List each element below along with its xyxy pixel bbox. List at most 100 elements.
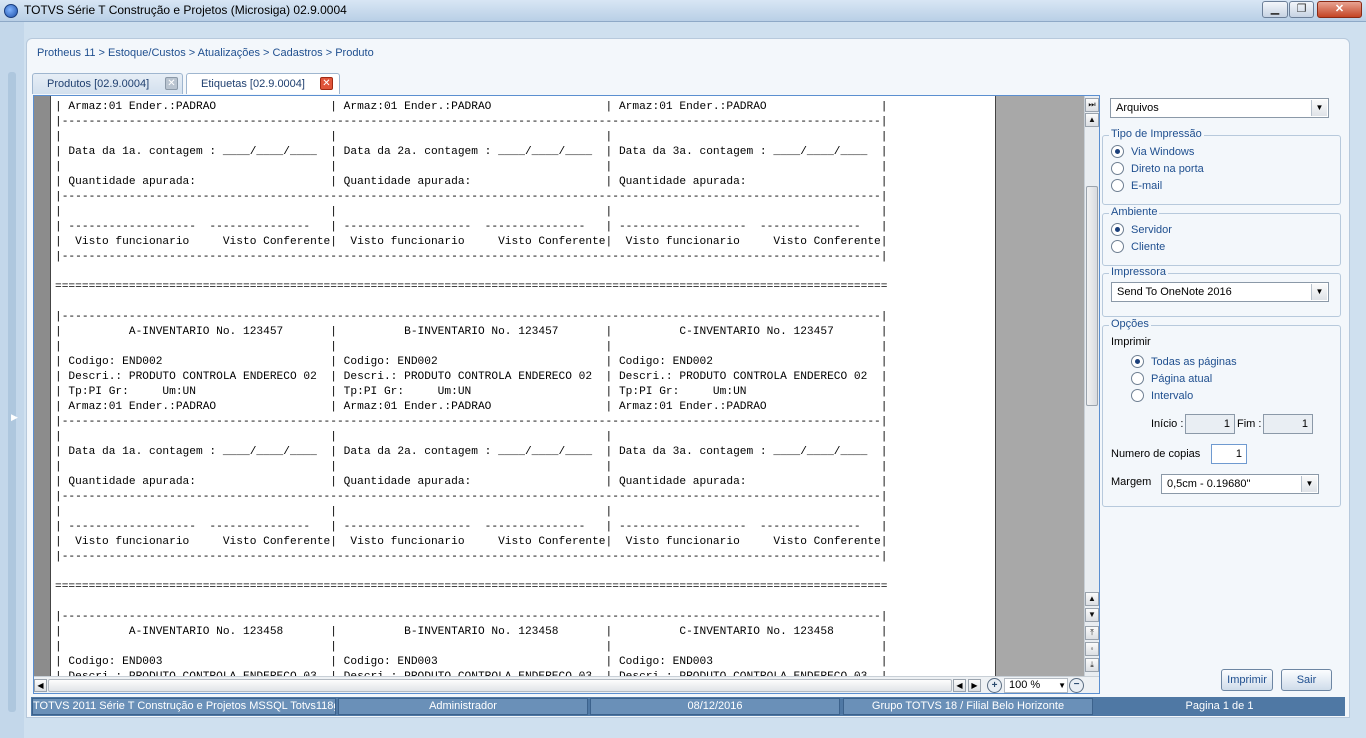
radio-via-windows[interactable]: Via Windows xyxy=(1111,145,1194,158)
radio-cliente[interactable]: Cliente xyxy=(1111,240,1165,253)
report-line xyxy=(55,565,888,580)
report-line: | A-INVENTARIO No. 123458 | B-INVENTARIO… xyxy=(55,626,888,638)
inicio-field[interactable]: 1 xyxy=(1185,414,1235,434)
radio-intervalo[interactable]: Intervalo xyxy=(1131,389,1193,402)
radio-todas-paginas[interactable]: Todas as páginas xyxy=(1131,355,1237,368)
report-line xyxy=(55,295,888,310)
page-first-icon[interactable]: ⤒ xyxy=(1085,626,1099,640)
status-date: 08/12/2016 xyxy=(590,698,840,715)
status-user: Administrador xyxy=(338,698,588,715)
report-line: |---------------------------------------… xyxy=(55,251,888,263)
chevron-down-icon: ▼ xyxy=(1301,476,1317,492)
report-line: |---------------------------------------… xyxy=(55,311,888,323)
left-collapse-strip: ▶ xyxy=(0,22,24,738)
printer-value: Send To OneNote 2016 xyxy=(1117,286,1232,298)
zoom-out-icon[interactable]: − xyxy=(1069,678,1084,693)
report-line: | | | | xyxy=(55,506,888,518)
report-line: | ------------------- --------------- | … xyxy=(55,221,888,233)
minimize-button[interactable]: ▁ xyxy=(1262,1,1288,18)
window-title: TOTVS Série T Construção e Projetos (Mic… xyxy=(24,3,347,17)
title-bar: TOTVS Série T Construção e Projetos (Mic… xyxy=(0,0,1366,22)
report-line: |---------------------------------------… xyxy=(55,551,888,563)
scroll-left-icon[interactable]: ◀ xyxy=(34,679,47,692)
zoom-select[interactable]: 100 % ▼ xyxy=(1004,678,1068,693)
copias-field[interactable]: 1 xyxy=(1211,444,1247,464)
report-line xyxy=(55,265,888,280)
report-line: | Codigo: END002 | Codigo: END002 | Codi… xyxy=(55,356,888,368)
chevron-down-icon: ▼ xyxy=(1311,100,1327,116)
margin-select[interactable]: 0,5cm - 0.19680" ▼ xyxy=(1161,474,1319,494)
side-handle[interactable] xyxy=(8,72,16,712)
tab-etiquetas[interactable]: Etiquetas [02.9.0004] ✕ xyxy=(186,73,340,94)
report-line: | Visto funcionario Visto Conferente| Vi… xyxy=(55,536,888,548)
scroll-up-icon[interactable]: ▲ xyxy=(1085,113,1099,127)
report-line: | Quantidade apurada: | Quantidade apura… xyxy=(55,476,888,488)
fim-label: Fim : xyxy=(1237,418,1262,430)
zoom-value: 100 % xyxy=(1009,679,1041,691)
radio-direto-na-porta[interactable]: Direto na porta xyxy=(1111,162,1204,175)
maximize-button[interactable]: ❐ xyxy=(1289,1,1314,18)
scroll-down-icon[interactable]: ▼ xyxy=(1085,608,1099,622)
group-legend: Impressora xyxy=(1109,266,1169,278)
report-line: | Armaz:01 Ender.:PADRAO | Armaz:01 Ende… xyxy=(55,101,888,113)
close-tab-icon[interactable]: ✕ xyxy=(320,77,333,90)
report-line: | | | | xyxy=(55,341,888,353)
report-line: | Descri.: PRODUTO CONTROLA ENDERECO 02 … xyxy=(55,371,888,383)
fim-field[interactable]: 1 xyxy=(1263,414,1313,434)
report-line: |---------------------------------------… xyxy=(55,416,888,428)
report-line: | Codigo: END003 | Codigo: END003 | Codi… xyxy=(55,656,888,668)
report-line: | Data da 1a. contagem : ____/____/____ … xyxy=(55,446,888,458)
chevron-down-icon: ▼ xyxy=(1058,681,1066,690)
margin-value: 0,5cm - 0.19680" xyxy=(1167,478,1251,490)
printer-select[interactable]: Send To OneNote 2016 ▼ xyxy=(1111,282,1329,302)
app-logo-icon xyxy=(4,4,18,18)
close-tab-icon[interactable]: ✕ xyxy=(165,77,178,90)
breadcrumb: Protheus 11 > Estoque/Custos > Atualizaç… xyxy=(37,47,374,59)
tab-label: Etiquetas [02.9.0004] xyxy=(201,78,305,90)
status-bar: TOTVS 2011 Série T Construção e Projetos… xyxy=(31,697,1345,716)
preview-background xyxy=(997,96,1084,676)
imprimir-label: Imprimir xyxy=(1111,336,1151,348)
report-line: | Armaz:01 Ender.:PADRAO | Armaz:01 Ende… xyxy=(55,401,888,413)
group-legend: Ambiente xyxy=(1109,206,1160,218)
radio-servidor[interactable]: Servidor xyxy=(1111,223,1172,236)
horizontal-scrollbar[interactable]: ◀ ◀ ▶ + 100 % ▼ − xyxy=(34,676,1099,693)
scroll-thumb[interactable] xyxy=(1086,186,1098,406)
page-last-icon[interactable]: ⤓ xyxy=(1085,658,1099,672)
zoom-in-icon[interactable]: + xyxy=(987,678,1002,693)
radio-pagina-atual[interactable]: Página atual xyxy=(1131,372,1212,385)
report-line: | Quantidade apurada: | Quantidade apura… xyxy=(55,176,888,188)
page-next-icon[interactable]: ⏭ xyxy=(1085,98,1099,112)
output-type-select[interactable]: Arquivos ▼ xyxy=(1110,98,1329,118)
report-line: | | | | xyxy=(55,161,888,173)
group-legend: Opções xyxy=(1109,318,1151,330)
exit-button[interactable]: Sair xyxy=(1281,669,1332,691)
status-page: Pagina 1 de 1 xyxy=(1095,698,1344,715)
report-line: | | | | xyxy=(55,206,888,218)
page-center-icon[interactable]: ◦ xyxy=(1085,642,1099,656)
radio-email[interactable]: E-mail xyxy=(1111,179,1162,192)
report-line: |---------------------------------------… xyxy=(55,611,888,623)
vertical-scrollbar[interactable]: ⏭ ▲ ▲ ▼ ⤒ ◦ ⤓ xyxy=(1084,96,1099,676)
copias-label: Numero de copias xyxy=(1111,448,1201,460)
scroll-up-icon[interactable]: ▲ xyxy=(1085,592,1099,606)
print-button[interactable]: Imprimir xyxy=(1221,669,1273,691)
close-window-button[interactable]: ✕ xyxy=(1317,1,1362,18)
report-line: | Tp:PI Gr: Um:UN | Tp:PI Gr: Um:UN | Tp… xyxy=(55,386,888,398)
report-text: | Armaz:01 Ender.:PADRAO | Armaz:01 Ende… xyxy=(55,100,888,676)
output-type-value: Arquivos xyxy=(1116,102,1159,114)
report-line: | | | | xyxy=(55,131,888,143)
scroll-thumb-horizontal[interactable] xyxy=(48,679,952,692)
print-preview: | Armaz:01 Ender.:PADRAO | Armaz:01 Ende… xyxy=(33,95,1100,694)
tab-produtos[interactable]: Produtos [02.9.0004] ✕ xyxy=(32,73,183,94)
status-system: TOTVS 2011 Série T Construção e Projetos… xyxy=(32,698,336,715)
preview-page: | Armaz:01 Ender.:PADRAO | Armaz:01 Ende… xyxy=(50,96,996,676)
report-line: |---------------------------------------… xyxy=(55,491,888,503)
scroll-left-icon[interactable]: ◀ xyxy=(953,679,966,692)
scroll-right-icon[interactable]: ▶ xyxy=(968,679,981,692)
expand-arrow-icon[interactable]: ▶ xyxy=(11,412,18,423)
page-margin xyxy=(34,96,50,676)
report-line: |---------------------------------------… xyxy=(55,116,888,128)
report-line: | | | | xyxy=(55,431,888,443)
status-company: Grupo TOTVS 18 / Filial Belo Horizonte xyxy=(843,698,1093,715)
